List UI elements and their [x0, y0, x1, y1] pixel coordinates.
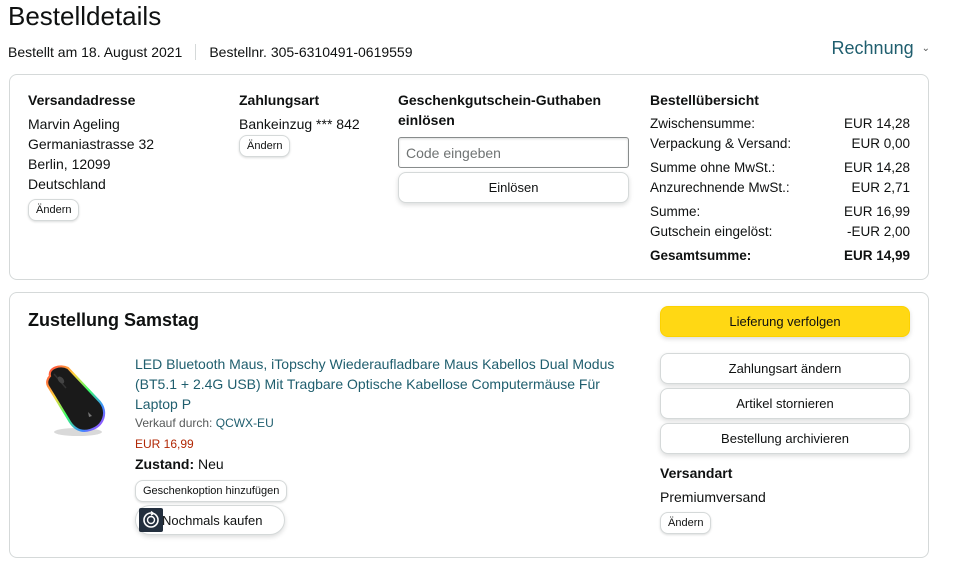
delivery-heading: Zustellung Samstag — [28, 310, 200, 330]
condition-value: Neu — [198, 456, 224, 472]
summary-total-row: Gesamtsumme: EUR 14,99 — [650, 247, 910, 265]
summary-label: Verpackung & Versand: — [650, 136, 792, 151]
invoice-label: Rechnung — [831, 38, 914, 58]
change-shipping-method-button[interactable]: Ändern — [660, 512, 712, 534]
summary-value: EUR 14,99 — [843, 248, 910, 263]
shipping-address-heading: Versandadresse — [28, 92, 136, 108]
redeem-button[interactable]: Einlösen — [398, 172, 629, 203]
summary-label: Summe ohne MwSt.: — [650, 160, 776, 175]
page-title: Bestelldetails — [8, 1, 162, 31]
order-summary-heading-wrap: Bestellübersicht — [650, 90, 759, 110]
product-condition: Zustand: Neu — [135, 455, 224, 473]
seller-prefix: Verkauf durch: — [135, 416, 213, 430]
seller-link[interactable]: QCWX-EU — [216, 416, 274, 430]
shipping-address-section: Versandadresse Marvin Ageling Germaniast… — [28, 90, 154, 194]
change-address-button[interactable]: Ändern — [28, 199, 80, 221]
summary-label: Summe: — [650, 204, 701, 219]
summary-value: EUR 0,00 — [851, 136, 910, 151]
track-delivery-button[interactable]: Lieferung verfolgen — [660, 306, 910, 337]
buy-again-label: Nochmals kaufen — [162, 512, 263, 528]
condition-label: Zustand: — [135, 456, 195, 472]
product-title-link[interactable]: LED Bluetooth Maus, iTopschy Wiederaufla… — [135, 354, 625, 414]
summary-value: EUR 14,28 — [843, 116, 910, 131]
shipping-method-heading: Versandart — [660, 465, 733, 481]
summary-row: Verpackung & Versand: EUR 0,00 — [650, 135, 910, 153]
payment-heading: Zahlungsart — [239, 92, 320, 108]
summary-row: Zwischensumme: EUR 14,28 — [650, 115, 910, 133]
gift-card-heading-line2: einlösen — [398, 112, 455, 128]
payment-section: Zahlungsart Bankeinzug *** 842 — [239, 90, 360, 134]
address-city: Berlin, 12099 — [28, 156, 111, 172]
change-payment-button[interactable]: Ändern — [239, 135, 291, 157]
summary-row: Gutschein eingelöst: -EUR 2,00 — [650, 223, 910, 241]
summary-value: EUR 14,28 — [843, 160, 910, 175]
meta-divider — [195, 44, 197, 60]
invoice-dropdown[interactable]: Rechnung ⌄ — [832, 38, 930, 59]
summary-label: Anzurechnende MwSt.: — [650, 180, 790, 195]
summary-label: Gesamtsumme: — [650, 248, 752, 263]
order-summary-heading: Bestellübersicht — [650, 92, 759, 108]
order-number: Bestellnr. 305-6310491-0619559 — [209, 44, 413, 60]
gift-card-heading-line1: Geschenkgutschein-Guthaben — [398, 92, 602, 108]
chevron-down-icon: ⌄ — [921, 43, 930, 54]
address-name: Marvin Ageling — [28, 116, 120, 132]
shipping-method-section: Versandart Premiumversand — [660, 463, 766, 507]
order-meta: Bestellt am 18. August 2021 Bestellnr. 3… — [8, 43, 413, 61]
summary-row: Summe: EUR 16,99 — [650, 203, 910, 221]
summary-label: Zwischensumme: — [650, 116, 756, 131]
summary-value: -EUR 2,00 — [846, 224, 910, 239]
summary-row: Anzurechnende MwSt.: EUR 2,71 — [650, 179, 910, 197]
address-street: Germaniastrasse 32 — [28, 136, 155, 152]
product-price: EUR 16,99 — [135, 437, 194, 451]
summary-value: EUR 16,99 — [843, 204, 910, 219]
rebuy-icon — [139, 508, 163, 532]
product-image[interactable] — [40, 362, 112, 438]
change-payment-method-button[interactable]: Zahlungsart ändern — [660, 353, 910, 384]
archive-order-button[interactable]: Bestellung archivieren — [660, 423, 910, 454]
seller-info: Verkauf durch: QCWX-EU — [135, 416, 274, 430]
cancel-item-button[interactable]: Artikel stornieren — [660, 388, 910, 419]
summary-value: EUR 2,71 — [851, 180, 910, 195]
gift-code-input[interactable] — [398, 137, 629, 168]
payment-method: Bankeinzug *** 842 — [239, 116, 360, 132]
summary-row: Summe ohne MwSt.: EUR 14,28 — [650, 159, 910, 177]
address-country: Deutschland — [28, 176, 106, 192]
shipping-method-value: Premiumversand — [660, 489, 766, 505]
gift-card-section: Geschenkgutschein-Guthaben einlösen — [398, 90, 601, 130]
order-date: Bestellt am 18. August 2021 — [8, 44, 183, 60]
summary-label: Gutschein eingelöst: — [650, 224, 773, 239]
add-gift-option-button[interactable]: Geschenkoption hinzufügen — [135, 480, 288, 502]
